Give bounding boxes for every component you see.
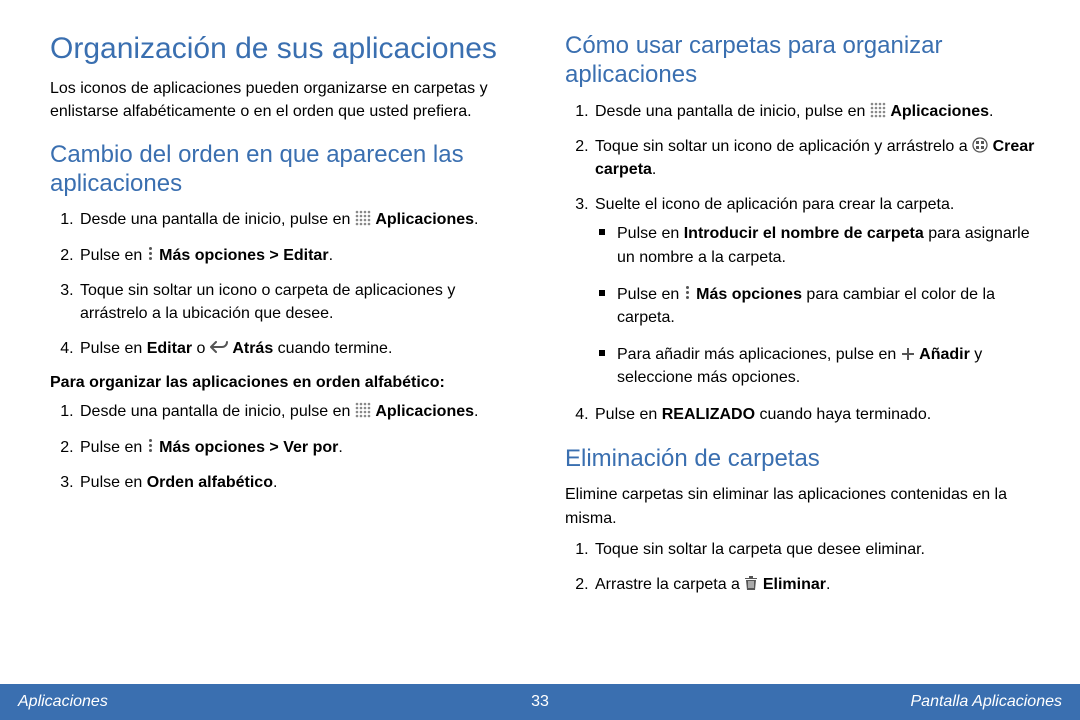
back-icon bbox=[210, 341, 228, 355]
intro-text: Los iconos de aplicaciones pueden organi… bbox=[50, 77, 525, 123]
list-item: Toque sin soltar la carpeta que desee el… bbox=[593, 538, 1040, 561]
bold-text: Aplicaciones bbox=[375, 211, 474, 228]
list-item: Desde una pantalla de inicio, pulse en A… bbox=[78, 400, 525, 423]
text: Arrastre la carpeta a bbox=[595, 576, 744, 593]
trash-icon bbox=[744, 575, 758, 591]
list-item: Pulse en REALIZADO cuando haya terminado… bbox=[593, 403, 1040, 426]
list-item: Desde una pantalla de inicio, pulse en A… bbox=[78, 208, 525, 231]
heading-eliminacion: Eliminación de carpetas bbox=[565, 445, 1040, 474]
list-item: Pulse en Más opciones > Editar. bbox=[78, 244, 525, 267]
heading-usar-carpetas: Cómo usar carpetas para organizar aplica… bbox=[565, 32, 1040, 90]
text: cuando haya terminado. bbox=[755, 406, 931, 423]
text: cuando termine. bbox=[273, 340, 392, 357]
apps-grid-icon bbox=[355, 402, 371, 418]
create-folder-icon bbox=[972, 137, 988, 153]
bold-text: Orden alfabético bbox=[147, 474, 273, 491]
text: Pulse en bbox=[80, 340, 147, 357]
bold-text: Atrás bbox=[232, 340, 273, 357]
plus-icon bbox=[901, 347, 915, 361]
steps-eliminar: Toque sin soltar la carpeta que desee el… bbox=[565, 538, 1040, 596]
text: . bbox=[474, 211, 478, 228]
bold-text: Introducir el nombre de carpeta bbox=[684, 225, 924, 242]
footer-page-number: 33 bbox=[531, 693, 549, 711]
right-column: Cómo usar carpetas para organizar aplica… bbox=[565, 32, 1040, 672]
text: . bbox=[338, 439, 342, 456]
bold-text: REALIZADO bbox=[662, 406, 755, 423]
heading-cambio-orden: Cambio del orden en que aparecen las apl… bbox=[50, 141, 525, 199]
list-item: Pulse en Más opciones > Ver por. bbox=[78, 436, 525, 459]
bold-text: Más opciones > Editar bbox=[159, 247, 328, 264]
text: Pulse en bbox=[80, 439, 147, 456]
page-footer: Aplicaciones 33 Pantalla Aplicaciones bbox=[0, 684, 1080, 720]
steps-alfabetico: Desde una pantalla de inicio, pulse en A… bbox=[50, 400, 525, 494]
page-body: Organización de sus aplicaciones Los ico… bbox=[0, 0, 1080, 672]
text: . bbox=[273, 474, 277, 491]
bold-text: Más opciones > Ver por bbox=[159, 439, 338, 456]
text: Pulse en bbox=[617, 225, 684, 242]
text: Desde una pantalla de inicio, pulse en bbox=[595, 103, 870, 120]
text: Desde una pantalla de inicio, pulse en bbox=[80, 211, 355, 228]
footer-right: Pantalla Aplicaciones bbox=[911, 693, 1063, 711]
text: o bbox=[192, 340, 210, 357]
bold-text: Añadir bbox=[919, 346, 970, 363]
list-item: Desde una pantalla de inicio, pulse en A… bbox=[593, 100, 1040, 123]
left-column: Organización de sus aplicaciones Los ico… bbox=[50, 32, 525, 672]
text: . bbox=[652, 161, 656, 178]
apps-grid-icon bbox=[355, 210, 371, 226]
heading-organizacion: Organización de sus aplicaciones bbox=[50, 32, 525, 67]
list-item: Para añadir más aplicaciones, pulse en A… bbox=[617, 343, 1040, 389]
bold-text: Aplicaciones bbox=[890, 103, 989, 120]
text: Para añadir más aplicaciones, pulse en bbox=[617, 346, 901, 363]
bold-text: Más opciones bbox=[696, 286, 802, 303]
more-options-icon bbox=[147, 246, 155, 262]
text: . bbox=[474, 403, 478, 420]
text: Pulse en bbox=[80, 247, 147, 264]
text: Pulse en bbox=[595, 406, 662, 423]
list-item: Pulse en Editar o Atrás cuando termine. bbox=[78, 337, 525, 360]
text: Toque sin soltar un icono de aplicación … bbox=[595, 138, 972, 155]
list-item: Toque sin soltar un icono de aplicación … bbox=[593, 135, 1040, 181]
footer-left: Aplicaciones bbox=[18, 693, 108, 711]
list-item: Pulse en Orden alfabético. bbox=[78, 471, 525, 494]
text: . bbox=[826, 576, 830, 593]
steps-cambio-orden: Desde una pantalla de inicio, pulse en A… bbox=[50, 208, 525, 360]
subheading-alfabetico: Para organizar las aplicaciones en orden… bbox=[50, 374, 525, 392]
list-item: Toque sin soltar un icono o carpeta de a… bbox=[78, 279, 525, 325]
text: . bbox=[989, 103, 993, 120]
list-item: Arrastre la carpeta a Eliminar. bbox=[593, 573, 1040, 596]
text: Pulse en bbox=[617, 286, 684, 303]
text: Pulse en bbox=[80, 474, 147, 491]
bold-text: Editar bbox=[147, 340, 192, 357]
more-options-icon bbox=[684, 285, 692, 301]
bold-text: Eliminar bbox=[763, 576, 826, 593]
del-intro: Elimine carpetas sin eliminar las aplica… bbox=[565, 483, 1040, 529]
apps-grid-icon bbox=[870, 102, 886, 118]
steps-usar-carpetas: Desde una pantalla de inicio, pulse en A… bbox=[565, 100, 1040, 427]
list-item: Pulse en Introducir el nombre de carpeta… bbox=[617, 222, 1040, 268]
text: Suelte el icono de aplicación para crear… bbox=[595, 196, 954, 213]
more-options-icon bbox=[147, 438, 155, 454]
list-item: Suelte el icono de aplicación para crear… bbox=[593, 193, 1040, 389]
text: . bbox=[329, 247, 333, 264]
bold-text: Aplicaciones bbox=[375, 403, 474, 420]
list-item: Pulse en Más opciones para cambiar el co… bbox=[617, 283, 1040, 329]
sub-bullets: Pulse en Introducir el nombre de carpeta… bbox=[595, 222, 1040, 389]
text: Desde una pantalla de inicio, pulse en bbox=[80, 403, 355, 420]
